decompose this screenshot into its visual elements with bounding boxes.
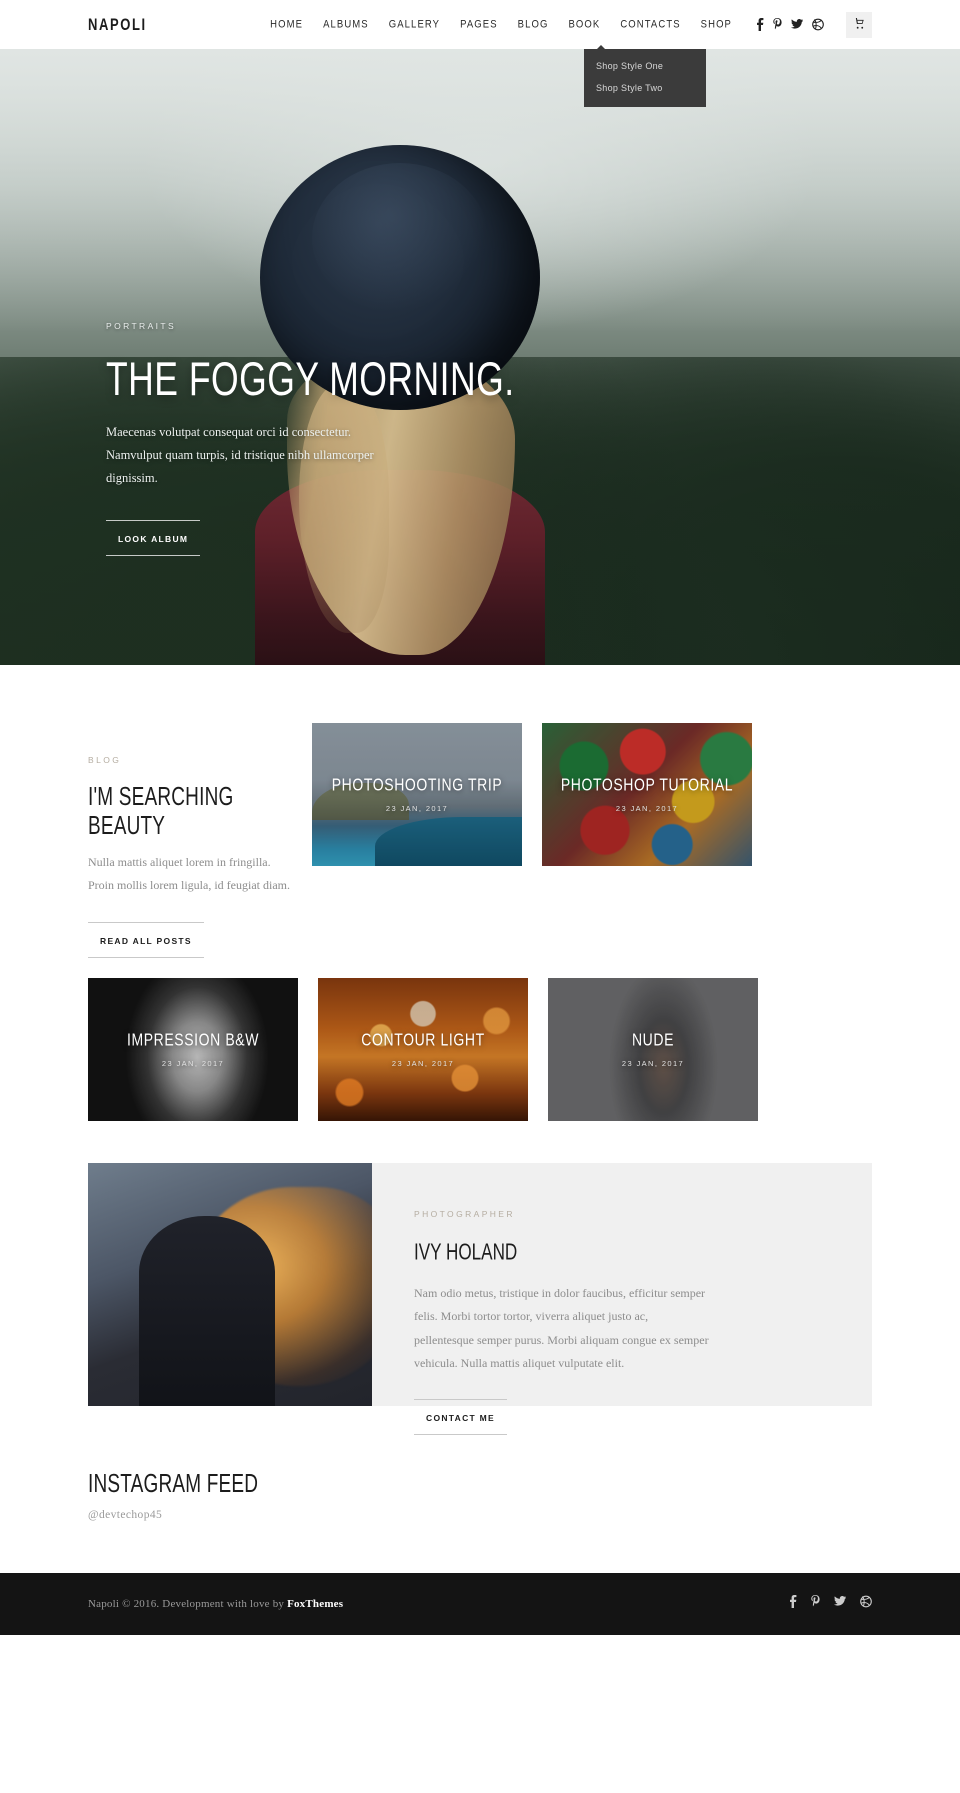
blog-heading: I'M SEARCHING BEAUTY	[88, 783, 234, 841]
photographer-bio: Nam odio metus, tristique in dolor fauci…	[414, 1285, 709, 1370]
twitter-icon[interactable]	[834, 1595, 846, 1613]
pinterest-icon[interactable]	[811, 1594, 820, 1613]
photographer-details: PHOTOGRAPHER IVY HOLAND Nam odio metus, …	[372, 1163, 710, 1436]
pinterest-icon[interactable]	[773, 18, 782, 31]
post-title: PHOTOSHOP TUTORIAL	[560, 773, 734, 795]
nav-item-albums[interactable]: ALBUMS	[313, 18, 379, 31]
hero-category-label: PORTRAITS	[106, 321, 177, 331]
footer-copyright-text: Napoli © 2016. Development with love by	[88, 1597, 288, 1610]
blog-intro: BLOG I'M SEARCHING BEAUTY Nulla mattis a…	[88, 723, 292, 958]
dribbble-icon[interactable]	[860, 1595, 872, 1613]
post-title: PHOTOSHOOTING TRIP	[331, 773, 503, 795]
hero-content: PORTRAITS THE FOGGY MORNING. Maecenas vo…	[0, 49, 960, 557]
nav-item-book[interactable]: BOOK	[558, 18, 610, 31]
site-logo[interactable]: NAPOLI	[88, 15, 147, 34]
footer-brand-link[interactable]: FoxThemes	[287, 1598, 343, 1610]
blog-post-tile-impression-bw[interactable]: IMPRESSION B&W 23 JAN, 2017	[88, 977, 298, 1121]
post-thumbnail-image	[318, 977, 528, 1121]
post-thumbnail-image	[548, 977, 758, 1121]
photographer-name: IVY HOLAND	[414, 1238, 518, 1265]
look-album-button[interactable]: LOOK ALBUM	[106, 520, 201, 557]
hero-title: THE FOGGY MORNING.	[106, 353, 515, 406]
footer-copyright: Napoli © 2016. Development with love by …	[88, 1598, 343, 1610]
instagram-handle[interactable]: @devtechop45	[88, 1509, 872, 1521]
nav-item-contacts[interactable]: CONTACTS	[610, 18, 690, 31]
blog-post-tile-contour-light[interactable]: CONTOUR LIGHT 23 JAN, 2017	[318, 977, 528, 1121]
post-title: IMPRESSION B&W	[126, 1028, 260, 1049]
dropdown-item-shop-style-two[interactable]: Shop Style Two	[584, 77, 706, 99]
main-navigation: HOME ALBUMS GALLERY PAGES BLOG BOOK CONT…	[260, 11, 960, 38]
photographer-portrait	[88, 1162, 372, 1406]
shopping-cart-icon	[853, 16, 865, 34]
post-thumbnail-image	[542, 723, 752, 866]
post-date: 23 JAN, 2017	[621, 1058, 685, 1068]
site-footer: Napoli © 2016. Development with love by …	[0, 1572, 960, 1635]
photographer-section: PHOTOGRAPHER IVY HOLAND Nam odio metus, …	[88, 1162, 872, 1436]
footer-social-links	[789, 1594, 872, 1613]
nav-item-shop[interactable]: SHOP	[691, 18, 742, 31]
blog-section: BLOG I'M SEARCHING BEAUTY Nulla mattis a…	[0, 665, 960, 1573]
post-date: 23 JAN, 2017	[391, 1058, 455, 1068]
nav-item-blog[interactable]: BLOG	[508, 18, 559, 31]
shop-dropdown-menu: Shop Style One Shop Style Two	[584, 45, 706, 107]
dribbble-icon[interactable]	[812, 18, 824, 31]
post-title: NUDE	[631, 1028, 675, 1049]
nav-item-gallery[interactable]: GALLERY	[379, 18, 450, 31]
post-date: 23 JAN, 2017	[161, 1058, 225, 1068]
dropdown-item-shop-style-one[interactable]: Shop Style One	[584, 55, 706, 77]
facebook-icon[interactable]	[756, 18, 764, 31]
page-root: NAPOLI HOME ALBUMS GALLERY PAGES BLOG BO…	[0, 0, 960, 1635]
post-date: 23 JAN, 2017	[615, 804, 679, 813]
post-date: 23 JAN, 2017	[385, 804, 449, 813]
contact-me-label: CONTACT ME	[426, 1413, 496, 1424]
cart-button[interactable]	[846, 11, 872, 38]
read-all-posts-label: READ ALL POSTS	[100, 935, 192, 946]
blog-description: Nulla mattis aliquet lorem in fringilla.…	[88, 855, 290, 893]
read-all-posts-button[interactable]: READ ALL POSTS	[88, 921, 204, 958]
post-thumbnail-image	[312, 723, 522, 866]
blog-grid: BLOG I'M SEARCHING BEAUTY Nulla mattis a…	[88, 665, 872, 1121]
site-header: NAPOLI HOME ALBUMS GALLERY PAGES BLOG BO…	[0, 0, 960, 107]
twitter-icon[interactable]	[791, 18, 803, 31]
post-title: CONTOUR LIGHT	[361, 1028, 485, 1049]
nav-item-pages[interactable]: PAGES	[450, 18, 508, 31]
blog-kicker: BLOG	[88, 755, 122, 765]
facebook-icon[interactable]	[789, 1594, 797, 1613]
blog-post-tile-nude[interactable]: NUDE 23 JAN, 2017	[548, 977, 758, 1121]
nav-item-home[interactable]: HOME	[260, 18, 313, 31]
blog-post-tile-photoshooting-trip[interactable]: PHOTOSHOOTING TRIP 23 JAN, 2017	[312, 723, 522, 866]
header-social-links	[756, 18, 824, 31]
photographer-kicker: PHOTOGRAPHER	[414, 1208, 515, 1219]
post-thumbnail-image	[88, 977, 298, 1121]
hero-description: Maecenas volutpat consequat orci id cons…	[106, 425, 374, 486]
hero-banner: PORTRAITS THE FOGGY MORNING. Maecenas vo…	[0, 49, 960, 665]
look-album-button-label: LOOK ALBUM	[118, 534, 189, 545]
instagram-heading: INSTAGRAM FEED	[88, 1469, 259, 1498]
contact-me-button[interactable]: CONTACT ME	[414, 1399, 508, 1436]
blog-post-tile-photoshop-tutorial[interactable]: PHOTOSHOP TUTORIAL 23 JAN, 2017	[542, 723, 752, 866]
